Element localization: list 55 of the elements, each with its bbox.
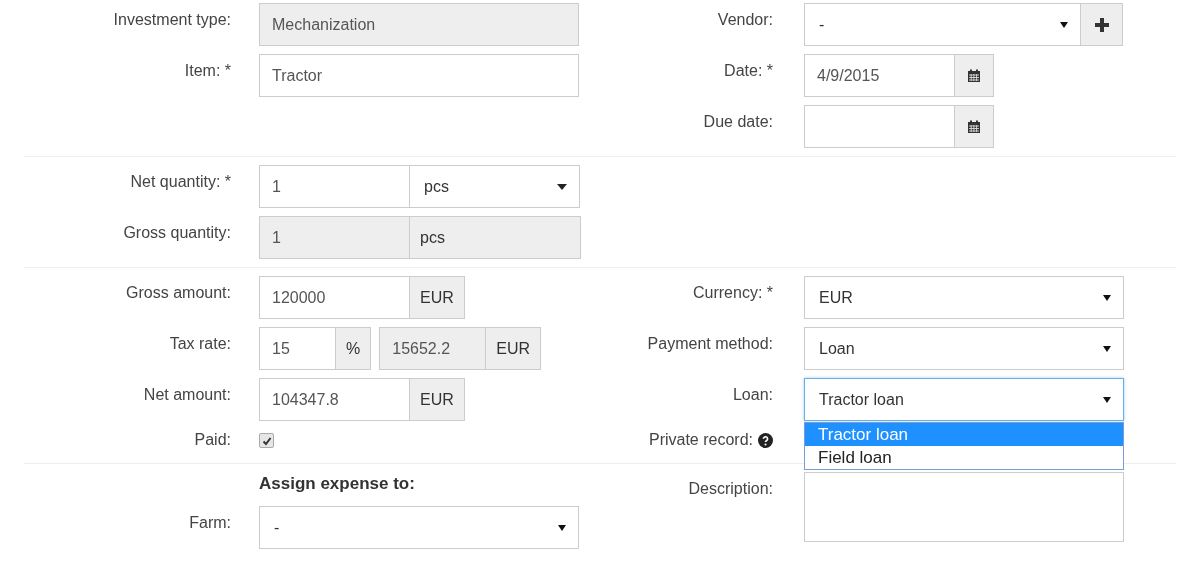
calendar-icon	[967, 68, 981, 83]
checkbox[interactable]	[259, 433, 274, 448]
unit-addon: pcs	[410, 216, 581, 259]
caret-icon	[1103, 396, 1111, 403]
help-icon[interactable]	[758, 433, 773, 448]
field-label: Payment method:	[647, 335, 773, 353]
field-label: Vendor:	[717, 11, 773, 29]
dropdown-option[interactable]: Field loan	[805, 446, 1123, 469]
select-field[interactable]: Tractor loan	[804, 378, 1124, 421]
field-label: Gross quantity:	[123, 224, 231, 242]
calendar-button[interactable]	[955, 105, 994, 148]
quantity-field[interactable]: 1	[259, 165, 410, 208]
field-label: Date: *	[724, 62, 773, 80]
calendar-icon	[967, 119, 981, 134]
caret-icon	[1103, 294, 1111, 301]
field-label: Description:	[688, 480, 773, 498]
field-label: Investment type:	[113, 11, 231, 29]
caret-icon	[1103, 345, 1111, 352]
date-field[interactable]	[804, 105, 955, 148]
caret-icon	[557, 183, 567, 190]
section-heading: Assign expense to:	[259, 473, 415, 494]
field-label: Paid:	[194, 431, 231, 449]
tax-amount-field: 15652.2	[379, 327, 487, 370]
field-label: Tax rate:	[169, 335, 231, 353]
plus-icon	[1094, 17, 1109, 32]
calendar-button[interactable]	[955, 54, 994, 97]
field-label: Currency: *	[692, 284, 773, 302]
caret-icon	[1060, 21, 1068, 28]
field-label: Loan:	[732, 386, 773, 404]
field-label: Private record:	[648, 431, 753, 449]
unit-select[interactable]: pcs	[410, 165, 580, 208]
select-field[interactable]: EUR	[804, 276, 1124, 319]
input-field[interactable]: 104347.8	[259, 378, 410, 421]
caret-icon	[558, 524, 566, 531]
add-button[interactable]	[1081, 3, 1123, 46]
select-field[interactable]: -	[259, 506, 579, 549]
field-label: Item: *	[184, 62, 231, 80]
date-field[interactable]: 4/9/2015	[804, 54, 955, 97]
text-field[interactable]: Mechanization	[259, 3, 579, 46]
input-field[interactable]: 1	[259, 216, 410, 259]
unit-addon: %	[336, 327, 372, 370]
unit-addon: EUR	[410, 378, 465, 421]
unit-addon: EUR	[486, 327, 541, 370]
tax-rate-field[interactable]: 15	[259, 327, 336, 370]
select-field[interactable]: Loan	[804, 327, 1124, 370]
field-label: Farm:	[189, 514, 231, 532]
field-label: Due date:	[703, 113, 773, 131]
description-field[interactable]	[804, 472, 1124, 542]
text-field[interactable]: Tractor	[259, 54, 579, 97]
select-field[interactable]: -	[804, 3, 1081, 46]
unit-addon: EUR	[410, 276, 465, 319]
field-label: Gross amount:	[126, 284, 231, 302]
field-label: Net quantity: *	[130, 173, 231, 191]
field-label: Net amount:	[143, 386, 231, 404]
input-field[interactable]: 120000	[259, 276, 410, 319]
